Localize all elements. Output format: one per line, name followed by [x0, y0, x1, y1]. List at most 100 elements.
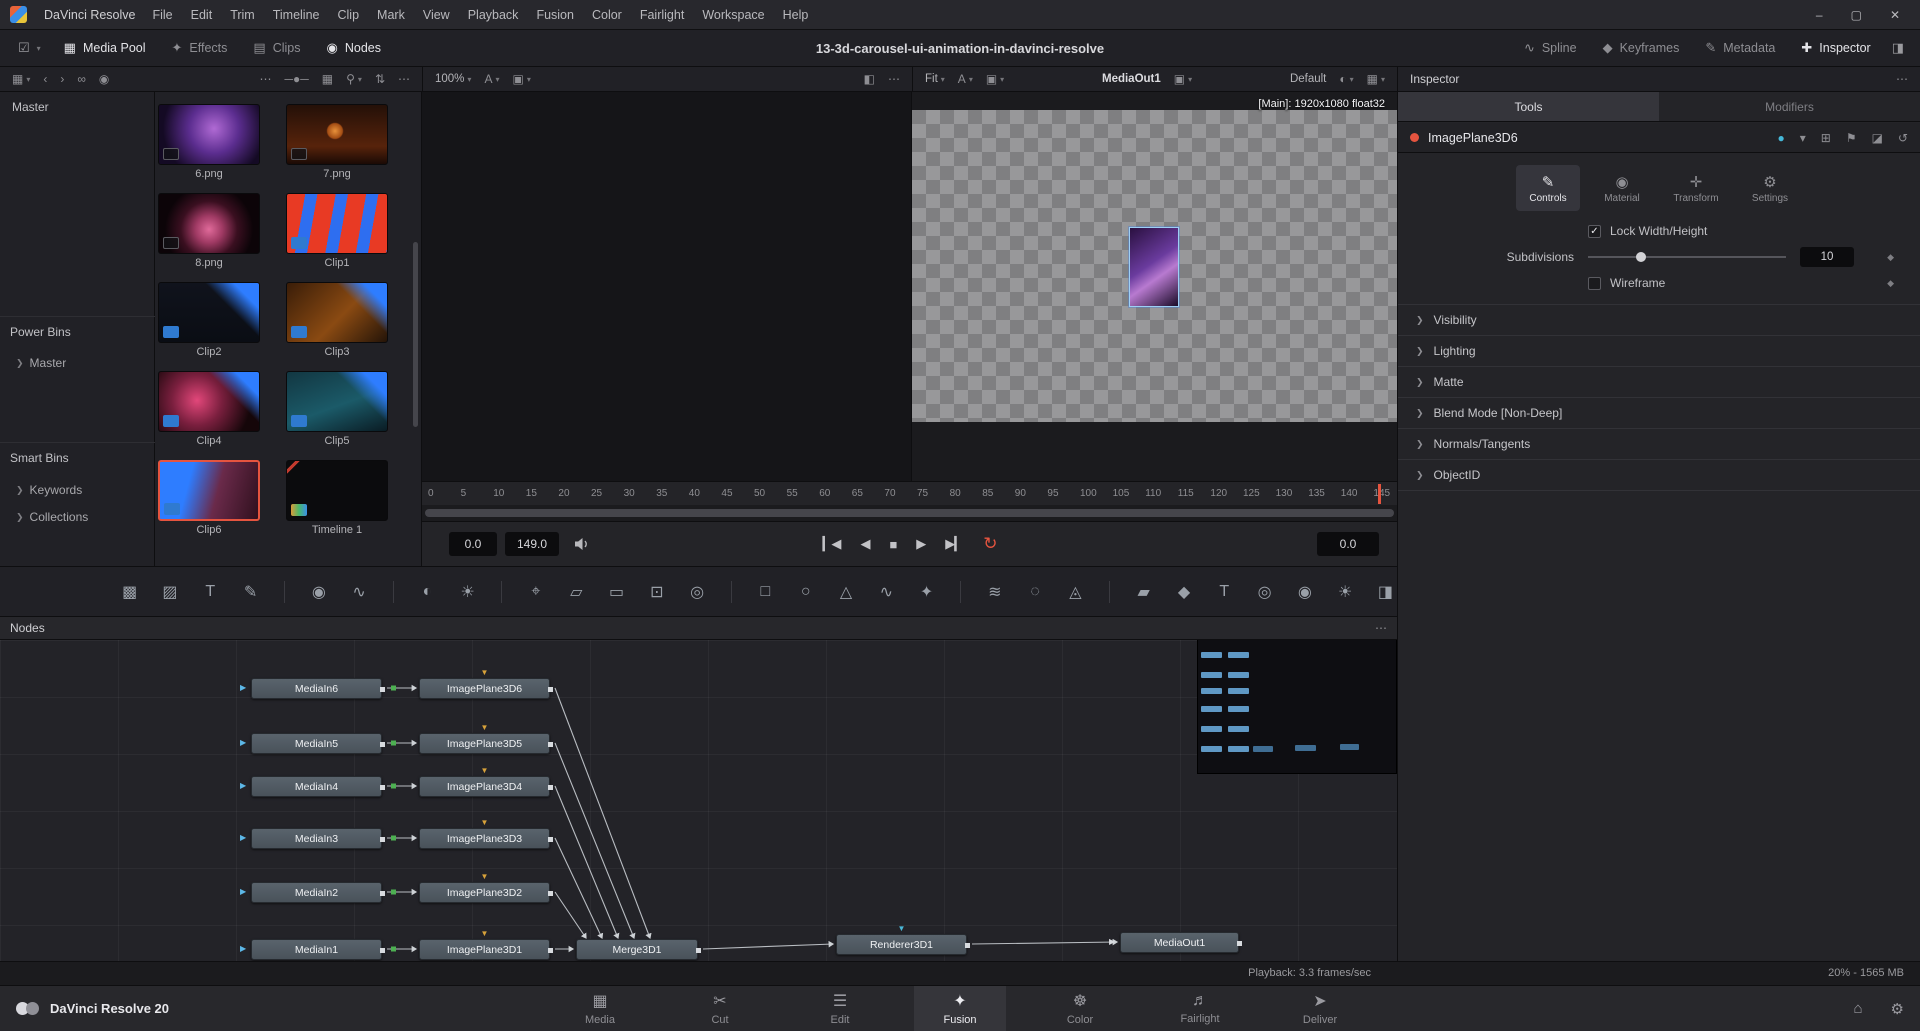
- node-mediain6[interactable]: MediaIn6: [251, 678, 382, 699]
- view-source-dropdown[interactable]: MediaOut1: [1102, 73, 1161, 85]
- bspline-mask-tool-icon[interactable]: ∿: [875, 582, 898, 602]
- page-color[interactable]: ☸Color: [1034, 986, 1126, 1031]
- bin-view-icon[interactable]: ▦▾: [12, 72, 30, 86]
- section-objectid[interactable]: ❯ObjectID: [1398, 460, 1920, 491]
- page-media[interactable]: ▦Media: [554, 986, 646, 1031]
- bin-link-icon[interactable]: ∞: [77, 72, 86, 86]
- left-viewer[interactable]: [422, 92, 912, 481]
- inspector-tab-tools[interactable]: Tools: [1398, 92, 1659, 121]
- channel-select-icon[interactable]: ◐▾: [1339, 72, 1353, 86]
- fast-noise-tool-icon[interactable]: ▨: [158, 582, 181, 602]
- media-pool-button[interactable]: ▦Media Pool: [51, 30, 159, 66]
- page-cut[interactable]: ✂Cut: [674, 986, 766, 1031]
- clip-item-clip4[interactable]: Clip4: [158, 371, 260, 447]
- renderer-3d-tool-icon[interactable]: ◨: [1374, 582, 1397, 602]
- defocus-tool-icon[interactable]: ◌: [1023, 583, 1046, 601]
- menu-trim[interactable]: Trim: [221, 0, 264, 30]
- clips-button[interactable]: ▤Clips: [240, 30, 313, 66]
- grid-view-icon[interactable]: ▦: [322, 72, 333, 86]
- node-imageplane3d4[interactable]: ImagePlane3D4: [419, 776, 550, 797]
- go-to-last-frame-button[interactable]: ▶▎: [945, 536, 963, 552]
- clip-item-clip3[interactable]: Clip3: [286, 282, 388, 358]
- node-merge3d1[interactable]: Merge3D1: [576, 939, 698, 960]
- smart-bins-header[interactable]: Smart Bins: [10, 451, 69, 465]
- color-corrector-tool-icon[interactable]: ◉: [307, 582, 330, 602]
- home-icon[interactable]: ⌂: [1853, 1000, 1862, 1017]
- effects-button[interactable]: ✦Effects: [159, 30, 241, 66]
- visibility-dot-icon[interactable]: ●: [1777, 131, 1784, 145]
- node-mediain1[interactable]: MediaIn1: [251, 939, 382, 960]
- rectangle-mask-tool-icon[interactable]: □: [754, 583, 777, 601]
- menu-help[interactable]: Help: [774, 0, 818, 30]
- menu-view[interactable]: View: [414, 0, 459, 30]
- render-end-marker[interactable]: [1378, 484, 1381, 504]
- versions-icon[interactable]: ⊞: [1821, 131, 1831, 145]
- slider-handle[interactable]: [1636, 252, 1646, 262]
- letterbox-tool-icon[interactable]: ▭: [605, 582, 628, 602]
- media-pool-scrollbar[interactable]: [413, 242, 418, 427]
- lut-select-dropdown[interactable]: Default: [1290, 73, 1326, 85]
- more-options-icon[interactable]: ⋯: [260, 72, 272, 86]
- merge-tool-icon[interactable]: ◎: [685, 582, 708, 602]
- maximize-button[interactable]: ▢: [1851, 8, 1862, 22]
- shape-3d-tool-icon[interactable]: ◆: [1172, 582, 1195, 602]
- power-bins-master[interactable]: ❯ Master: [16, 356, 66, 370]
- page-fusion[interactable]: ✦Fusion: [914, 986, 1006, 1031]
- blur-tool-icon[interactable]: ≋: [983, 582, 1006, 602]
- inspector-tab-modifiers[interactable]: Modifiers: [1659, 92, 1920, 121]
- transform-tool-icon[interactable]: ⌖: [524, 583, 547, 601]
- subdivisions-value-field[interactable]: 10: [1800, 247, 1854, 267]
- timeline-ruler[interactable]: 0510152025303540455055606570758085909510…: [422, 481, 1397, 505]
- inspector-button[interactable]: ✚Inspector: [1788, 30, 1883, 66]
- node-imageplane3d5[interactable]: ImagePlane3D5: [419, 733, 550, 754]
- clip-item-clip2[interactable]: Clip2: [158, 282, 260, 358]
- lock-width-height-checkbox[interactable]: [1588, 225, 1601, 238]
- live-preview-icon[interactable]: ◉: [99, 72, 109, 86]
- section-lighting[interactable]: ❯Lighting: [1398, 336, 1920, 367]
- crop-tool-icon[interactable]: ⊡: [645, 582, 668, 602]
- node-mediaout1[interactable]: MediaOut1: [1120, 932, 1239, 953]
- bin-root-master[interactable]: Master: [12, 100, 49, 114]
- view-layout-icon[interactable]: ▣▾: [1174, 72, 1192, 86]
- subtab-controls[interactable]: ✎Controls: [1516, 165, 1580, 211]
- pin-icon[interactable]: ⚑: [1846, 131, 1857, 145]
- bin-menu-icon[interactable]: ⋯: [398, 72, 410, 86]
- menu-playback[interactable]: Playback: [459, 0, 528, 30]
- sharpen-tool-icon[interactable]: ◬: [1064, 582, 1087, 602]
- merge-3d-tool-icon[interactable]: ◎: [1253, 582, 1276, 602]
- node-graph-minimap[interactable]: [1197, 640, 1397, 774]
- keyframe-diamond-icon[interactable]: ◆: [1887, 252, 1894, 263]
- menu-color[interactable]: Color: [583, 0, 631, 30]
- menu-edit[interactable]: Edit: [182, 0, 222, 30]
- minimize-button[interactable]: –: [1816, 8, 1823, 22]
- expand-caret-icon[interactable]: ▾: [1800, 131, 1806, 145]
- subtab-material[interactable]: ◉Material: [1590, 165, 1654, 211]
- scrollbar-thumb[interactable]: [425, 509, 1394, 517]
- resize-tool-icon[interactable]: ▱: [565, 582, 588, 602]
- clip-item-timeline-1[interactable]: Timeline 1: [286, 460, 388, 536]
- menu-mark[interactable]: Mark: [368, 0, 414, 30]
- page-fairlight[interactable]: ♬Fairlight: [1154, 986, 1246, 1031]
- subtab-transform[interactable]: ✛Transform: [1664, 165, 1728, 211]
- clip-item-clip6[interactable]: Clip6: [158, 460, 260, 536]
- subdivisions-slider[interactable]: [1588, 256, 1786, 258]
- close-button[interactable]: ✕: [1890, 8, 1900, 22]
- menu-workspace[interactable]: Workspace: [693, 0, 773, 30]
- sort-order-icon[interactable]: ⇅: [375, 72, 385, 86]
- node-graph[interactable]: MediaIn6ImagePlane3D6MediaIn5ImagePlane3…: [0, 640, 1397, 961]
- color-curves-tool-icon[interactable]: ∿: [347, 582, 370, 602]
- spot-light-tool-icon[interactable]: ☀: [1334, 582, 1357, 602]
- page-deliver[interactable]: ➤Deliver: [1274, 986, 1366, 1031]
- playhead-value-field[interactable]: 0.0: [1317, 532, 1379, 556]
- brightness-contrast-tool-icon[interactable]: ◐: [416, 583, 439, 601]
- node-renderer3d1[interactable]: Renderer3D1: [836, 934, 967, 955]
- grid-overlay-icon[interactable]: ▦▾: [1367, 72, 1385, 86]
- subtab-settings[interactable]: ⚙Settings: [1738, 165, 1802, 211]
- background-tool-icon[interactable]: ▩: [118, 582, 141, 602]
- node-imageplane3d1[interactable]: ImagePlane3D1: [419, 939, 550, 960]
- spline-button[interactable]: ∿Spline: [1511, 30, 1590, 66]
- node-mediain4[interactable]: MediaIn4: [251, 776, 382, 797]
- clip-item-clip1[interactable]: Clip1: [286, 193, 388, 269]
- image-plane-3d-tool-icon[interactable]: ▰: [1132, 582, 1155, 602]
- ui-layout-toggle-button[interactable]: ☑ ▾: [8, 40, 51, 56]
